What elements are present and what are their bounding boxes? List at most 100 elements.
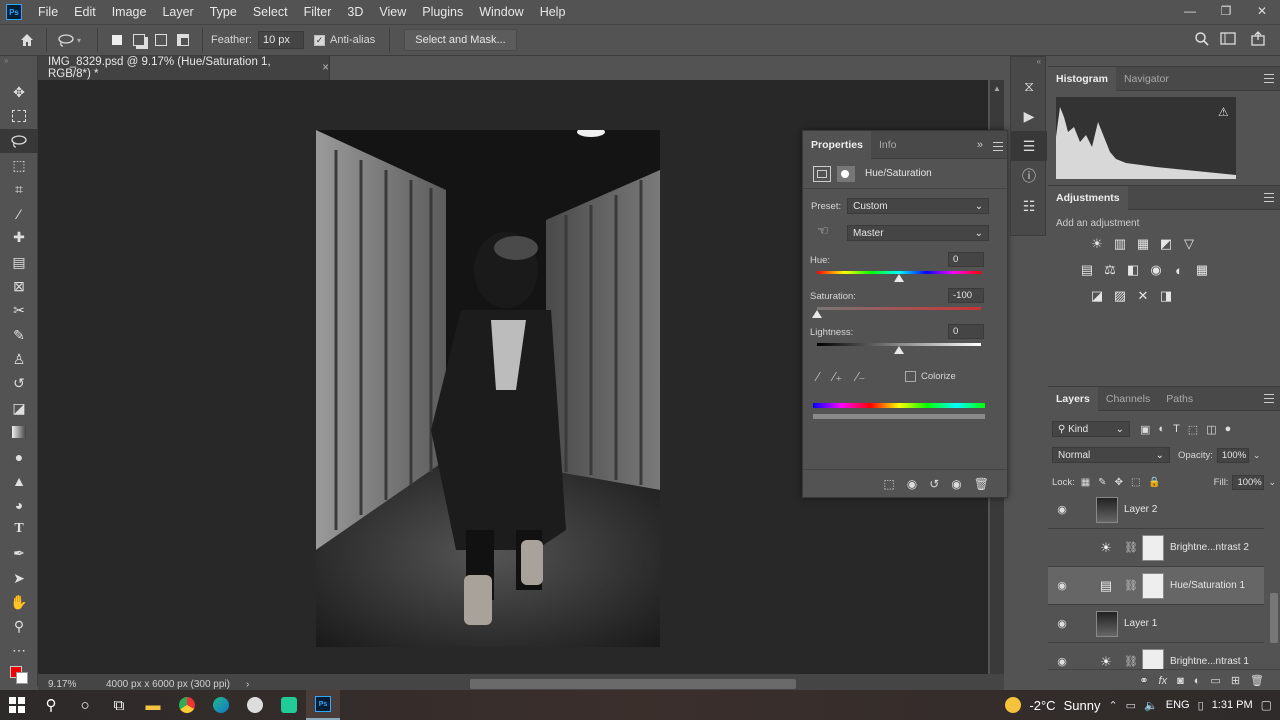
preset-dropdown[interactable]: Custom ⌄ [847,198,990,214]
subtract-selection-icon[interactable] [150,29,172,51]
curves-icon[interactable]: ▦ [1132,233,1154,255]
channel-dropdown[interactable]: Master ⌄ [847,225,989,241]
add-mask-icon[interactable]: ◙ [1177,675,1184,687]
visibility-hidden-icon[interactable]: □ [1048,542,1076,554]
saturation-slider-thumb[interactable] [812,310,822,318]
hand-tool-icon[interactable]: ✋ [0,590,38,614]
color-swatches-icon[interactable] [0,663,38,687]
hue-saturation-adj-icon[interactable]: ▤ [1076,259,1098,281]
tray-chevron-icon[interactable]: ⌃ [1108,699,1117,712]
network-icon[interactable]: ▭ [1126,699,1136,712]
sun-weather-icon[interactable] [1005,697,1022,713]
channel-mixer-icon[interactable]: ◐ [1168,259,1190,281]
photo-filter-icon[interactable]: ◉ [1145,259,1167,281]
healing-brush-tool-icon[interactable]: ✚ [0,226,38,250]
levels-icon[interactable]: ▥ [1109,233,1131,255]
menu-file[interactable]: File [30,5,66,19]
menu-filter[interactable]: Filter [296,5,340,19]
collapse-icon[interactable]: » [977,139,983,151]
windows-start-icon[interactable] [0,690,34,720]
share-icon[interactable] [1250,31,1266,50]
restore-button[interactable]: ❐ [1208,0,1244,22]
eyedropper-icon[interactable]: ⁄ [817,369,819,385]
tab-navigator[interactable]: Navigator [1116,67,1177,91]
layer-mask-thumbnail[interactable] [1141,572,1164,599]
properties-dock-icon[interactable]: ☰ [1011,131,1047,161]
horizontal-scrollbar[interactable] [470,679,796,689]
actions-play-icon[interactable]: ▶ [1011,101,1047,131]
frame-tool-icon[interactable]: ⊠ [0,274,38,298]
filter-type-icon[interactable]: T [1173,423,1180,436]
panel-menu-icon[interactable] [993,142,1003,151]
language-indicator[interactable]: ENG [1166,699,1190,711]
blend-mode-dropdown[interactable]: Normal ⌄ [1052,447,1170,463]
visibility-eye-icon[interactable]: ◉ [1048,655,1076,668]
battery-icon[interactable]: ▯ [1198,699,1204,712]
more-tools-icon[interactable]: ⋯ [0,639,38,663]
dock-collapse-icon[interactable]: « [1011,57,1045,71]
tab-paths[interactable]: Paths [1158,387,1201,411]
gradient-tool-icon[interactable] [0,420,38,444]
tab-layers[interactable]: Layers [1048,386,1098,411]
layer-row-layer-1[interactable]: ◉ Layer 1 [1048,605,1264,643]
blur-tool-icon[interactable]: ● [0,444,38,468]
colorize-checkbox[interactable] [905,371,916,382]
document-photo[interactable] [316,130,660,647]
libraries-icon[interactable]: ☷ [1011,191,1047,221]
menu-plugins[interactable]: Plugins [414,5,471,19]
menu-window[interactable]: Window [471,5,531,19]
vibrance-icon[interactable]: ▽ [1178,233,1200,255]
layer-mask-thumbnail[interactable] [1141,534,1164,561]
crop-tool-icon[interactable]: ⌗ [0,177,38,201]
layer-row-brightness-contrast-2[interactable]: □ ☀ ⛓ Brightne...ntrast 2 [1048,529,1264,567]
patch-tool-icon[interactable]: ▤ [0,250,38,274]
layers-scrollbar[interactable] [1270,593,1278,643]
lock-position-icon[interactable]: ✥ [1115,477,1123,488]
app-green-icon[interactable] [272,690,306,720]
layer-filter-dropdown[interactable]: ⚲ Kind ⌄ [1052,421,1130,437]
delete-icon[interactable]: 🗑 [974,477,989,491]
content-aware-move-icon[interactable]: ✂ [0,299,38,323]
stamp-tool-icon[interactable]: ♙ [0,347,38,371]
app-icon[interactable] [238,690,272,720]
view-previous-state-icon[interactable]: ◉ [907,477,917,491]
filter-pixel-icon[interactable]: ▣ [1140,423,1150,436]
menu-type[interactable]: Type [202,5,245,19]
hue-input[interactable]: 0 [948,252,984,267]
exposure-icon[interactable]: ◩ [1155,233,1177,255]
scroll-up-icon[interactable]: ▲ [990,84,1004,93]
tab-adjustments[interactable]: Adjustments [1048,185,1128,210]
history-brush-tool-icon[interactable]: ↺ [0,372,38,396]
filter-adjustment-icon[interactable]: ◐ [1158,423,1165,436]
lasso-tool-icon[interactable] [55,29,77,51]
panel-menu-icon[interactable] [1264,193,1274,202]
eyedropper-minus-icon[interactable]: ⁄₋ [856,369,865,385]
zoom-level[interactable]: 9.17% [48,679,96,690]
tab-histogram[interactable]: Histogram [1048,66,1116,91]
visibility-icon[interactable]: ◉ [951,477,961,491]
marquee-tool-icon[interactable] [0,104,38,128]
saturation-slider[interactable] [817,307,981,310]
hue-slider-thumb[interactable] [894,274,904,282]
zoom-tool-icon[interactable]: ⚲ [0,615,38,639]
delete-layer-icon[interactable]: 🗑 [1250,674,1264,687]
menu-help[interactable]: Help [532,5,574,19]
anti-alias-checkbox[interactable]: ✓ [313,34,325,46]
link-icon[interactable]: ⛓ [1124,579,1138,592]
search-icon[interactable]: ⚲ [34,690,68,720]
opacity-input[interactable]: 100% [1216,447,1249,463]
eraser-tool-icon[interactable]: ◪ [0,396,38,420]
chrome-icon[interactable] [170,690,204,720]
edge-icon[interactable] [204,690,238,720]
sharpen-tool-icon[interactable]: ▲ [0,469,38,493]
history-icon[interactable]: ⧖ [1011,71,1047,101]
type-tool-icon[interactable]: T [0,517,38,541]
search-icon[interactable] [1194,31,1210,50]
lock-transparent-icon[interactable]: ▦ [1081,477,1090,488]
toolbar-collapse-icon[interactable]: » [0,56,37,66]
weather-temperature[interactable]: -2°C [1029,698,1055,713]
visibility-eye-icon[interactable]: ◉ [1048,503,1076,516]
clip-to-layer-icon[interactable]: ⬚ [883,477,894,491]
info-icon[interactable]: ⓘ [1011,161,1047,191]
pen-tool-icon[interactable]: ✒ [0,542,38,566]
